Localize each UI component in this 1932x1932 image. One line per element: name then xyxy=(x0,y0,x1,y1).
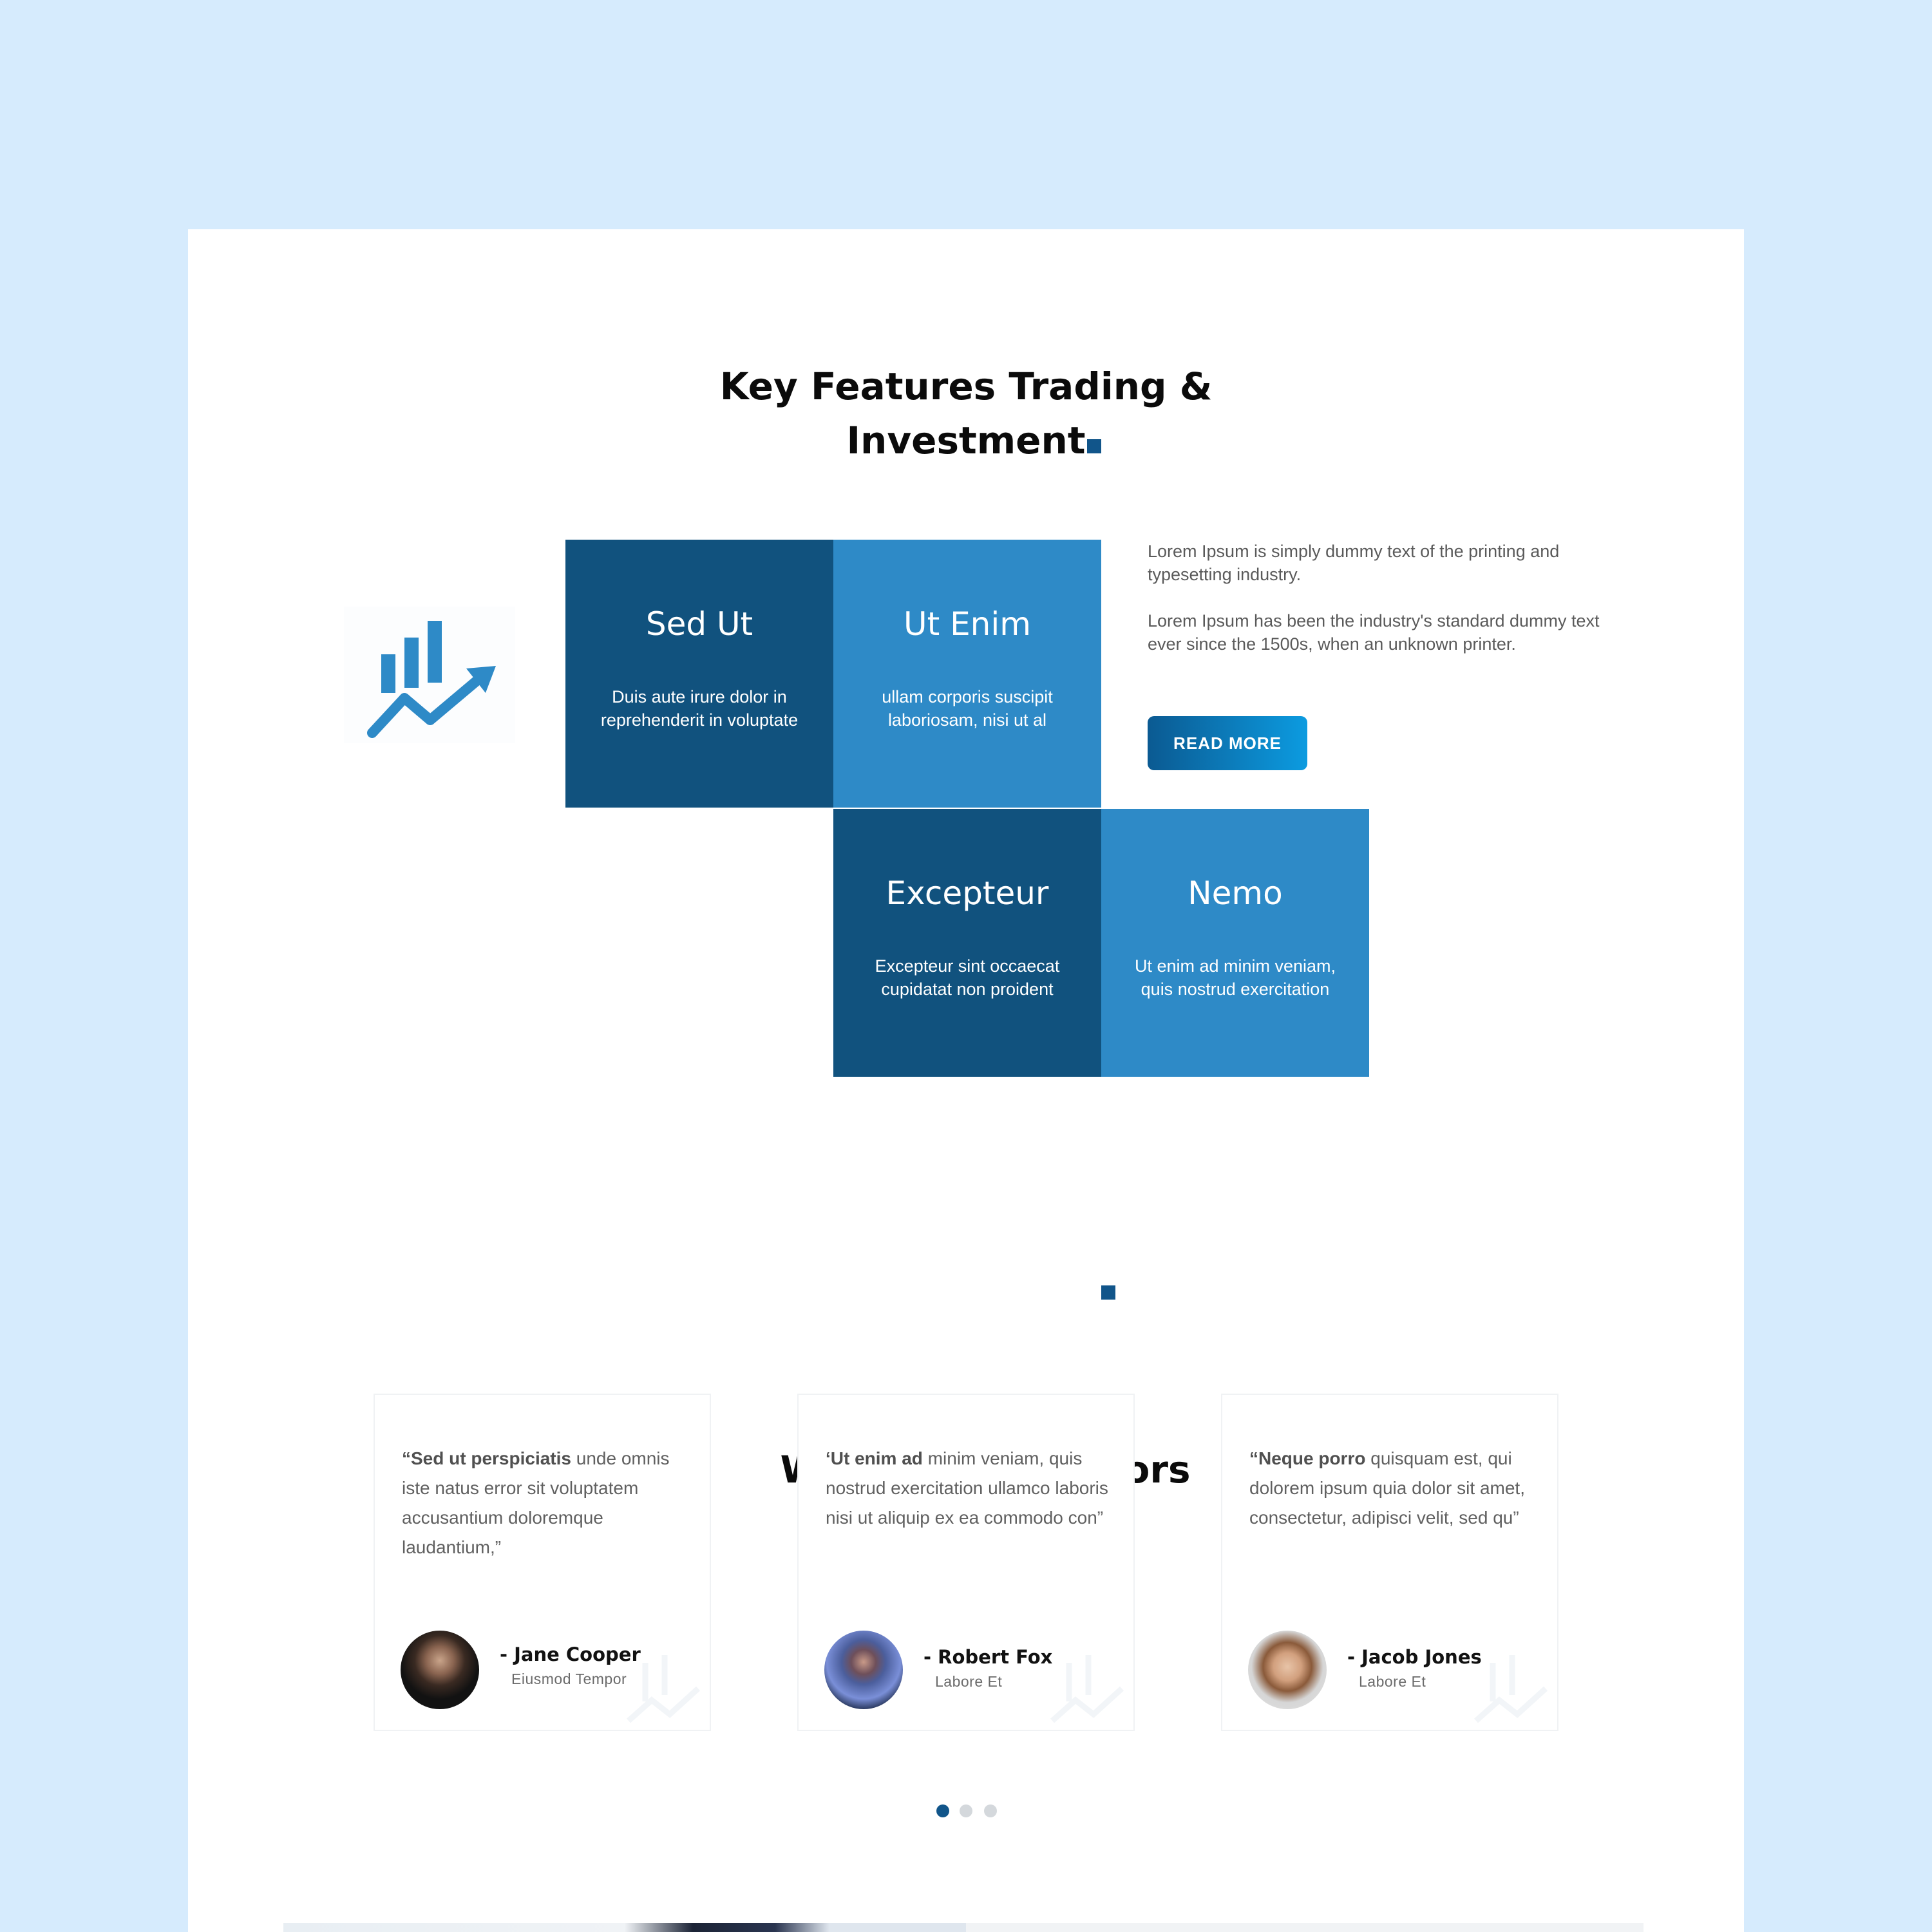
avatar xyxy=(1248,1631,1327,1709)
intro-paragraph: Lorem Ipsum has been the industry's stan… xyxy=(1148,611,1600,654)
carousel-dot-3[interactable] xyxy=(984,1804,997,1817)
quote-highlight: “Neque porro xyxy=(1249,1448,1366,1468)
features-heading-line2: Investment xyxy=(846,419,1086,462)
features-heading-line1: Key Features Trading & xyxy=(719,365,1213,408)
feature-tile-sed-ut: Sed Ut Duis aute irure dolor in reprehen… xyxy=(565,540,833,808)
testimonial-card: “Sed ut perspiciatis unde omnis iste nat… xyxy=(374,1394,711,1731)
feature-tile-text-line: Ut enim ad minim veniam, xyxy=(1134,956,1336,976)
testimonial-quote: ‘Ut enim ad minim veniam, quis nostrud e… xyxy=(826,1444,1109,1533)
logo-watermark-icon xyxy=(1474,1655,1548,1723)
testimonial-name: - Robert Fox xyxy=(923,1646,1053,1668)
carousel-dot-1[interactable] xyxy=(936,1804,949,1817)
avatar xyxy=(401,1631,479,1709)
feature-tile-excepteur: Excepteur Excepteur sint occaecat cupida… xyxy=(833,809,1101,1077)
carousel-dot-2[interactable] xyxy=(960,1804,972,1817)
rising-bar-chart-arrow-icon xyxy=(367,621,496,738)
feature-tile-text: Ut enim ad minim veniam, quis nostrud ex… xyxy=(1117,954,1354,1001)
quote-highlight: “Sed ut perspiciatis xyxy=(402,1448,571,1468)
feature-tile-text: Excepteur sint occaecat cupidatat non pr… xyxy=(849,954,1086,1001)
feature-tile-text: Duis aute irure dolor in reprehenderit i… xyxy=(581,685,818,732)
testimonial-card: ‘Ut enim ad minim veniam, quis nostrud e… xyxy=(797,1394,1135,1731)
intro-paragraph: Lorem Ipsum is simply dummy text of the … xyxy=(1148,542,1560,584)
feature-tile-nemo: Nemo Ut enim ad minim veniam, quis nostr… xyxy=(1101,809,1369,1077)
logo-watermark-icon xyxy=(627,1655,701,1723)
feature-tile-text-line: Duis aute irure dolor in xyxy=(612,687,787,706)
trading-logo xyxy=(344,607,515,743)
heading-accent-square xyxy=(1101,1285,1115,1300)
testimonial-name: - Jacob Jones xyxy=(1347,1646,1482,1668)
next-section-panel xyxy=(966,1923,1643,1932)
features-heading: Key Features Trading & Investment xyxy=(708,359,1224,468)
page-container: Key Features Trading & Investment Sed Ut… xyxy=(188,229,1744,1932)
feature-tile-title: Excepteur xyxy=(886,875,1049,912)
feature-tile-text-line: quis nostrud exercitation xyxy=(1141,980,1330,999)
quote-highlight: ‘Ut enim ad xyxy=(826,1448,923,1468)
next-section-image xyxy=(283,1923,966,1932)
read-more-button[interactable]: READ MORE xyxy=(1148,716,1307,770)
feature-tile-text-line: cupidatat non proident xyxy=(881,980,1054,999)
feature-tile-title: Ut Enim xyxy=(904,605,1031,643)
testimonial-card: “Neque porro quisquam est, qui dolorem i… xyxy=(1221,1394,1558,1731)
feature-tile-text-line: Excepteur sint occaecat xyxy=(875,956,1060,976)
feature-tile-ut-enim: Ut Enim ullam corporis suscipit laborios… xyxy=(833,540,1101,808)
heading-accent-square xyxy=(1087,439,1101,453)
testimonial-role: Labore Et xyxy=(935,1673,1003,1690)
feature-tile-title: Nemo xyxy=(1188,875,1283,912)
feature-tile-text-line: laboriosam, nisi ut al xyxy=(887,710,1047,730)
avatar xyxy=(824,1631,903,1709)
logo-watermark-icon xyxy=(1050,1655,1124,1723)
feature-tile-title: Sed Ut xyxy=(645,605,753,643)
feature-tile-text-line: ullam corporis suscipit xyxy=(882,687,1053,706)
testimonial-role: Eiusmod Tempor xyxy=(511,1671,627,1687)
testimonial-quote: “Sed ut perspiciatis unde omnis iste nat… xyxy=(402,1444,685,1562)
feature-tile-text-line: reprehenderit in voluptate xyxy=(600,710,799,730)
features-intro: Lorem Ipsum is simply dummy text of the … xyxy=(1148,540,1637,679)
testimonial-role: Labore Et xyxy=(1359,1673,1426,1690)
feature-tile-text: ullam corporis suscipit laboriosam, nisi… xyxy=(849,685,1086,732)
testimonial-quote: “Neque porro quisquam est, qui dolorem i… xyxy=(1249,1444,1533,1533)
